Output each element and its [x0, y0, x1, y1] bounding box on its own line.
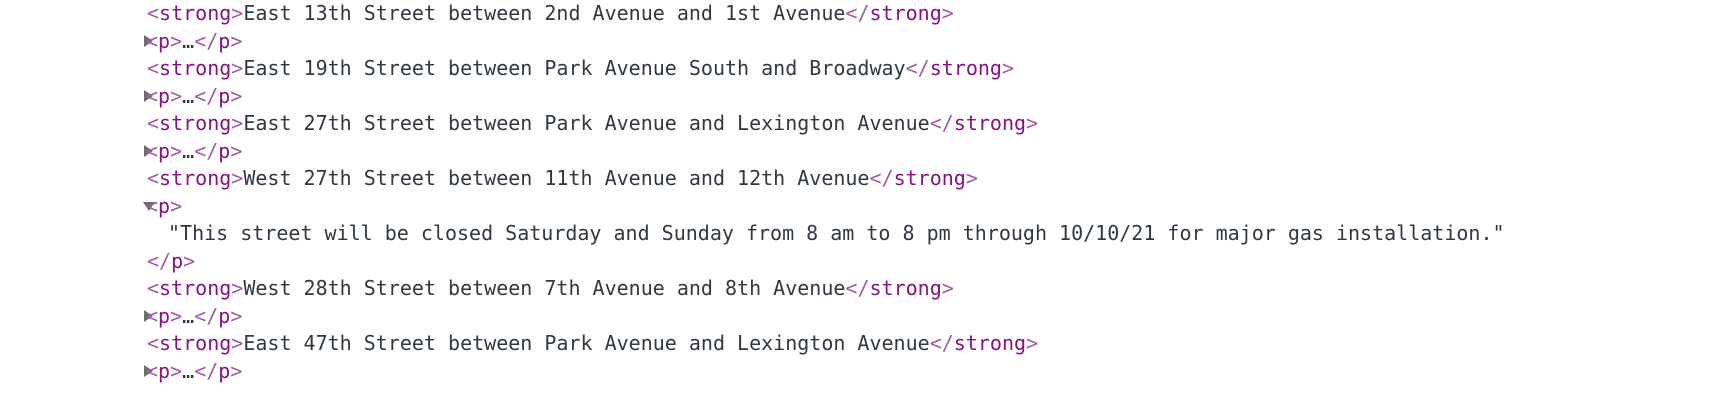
strong-open-bracket: <	[147, 166, 160, 190]
p-close-bracket: </	[147, 248, 172, 273]
text-node-row[interactable]: "This street will be closed Saturday and…	[168, 218, 1505, 248]
strong-close-bracket-end: >	[965, 166, 978, 190]
p-close-bracket-end: >	[230, 138, 243, 163]
strong-open-bracket-end: >	[231, 1, 244, 25]
p-open-bracket-end: >	[170, 358, 183, 383]
strong-node-row[interactable]: <strong>West 27th Street between 11th Av…	[147, 163, 978, 193]
p-close-bracket: </	[194, 83, 219, 108]
strong-tag-name: strong	[159, 1, 232, 25]
p-tag-name: p	[158, 138, 171, 163]
strong-node-row[interactable]: <strong>West 28th Street between 7th Ave…	[147, 273, 954, 303]
strong-close-tag-name: strong	[953, 111, 1027, 135]
p-collapsed-content: <p>…</p>	[146, 136, 242, 166]
p-close-row[interactable]: </p>	[147, 246, 195, 276]
p-close-tag-name: p	[218, 28, 231, 53]
collapsed-ellipsis: …	[182, 28, 195, 53]
strong-close-bracket: </	[845, 1, 870, 25]
text-node-content: "This street will be closed Saturday and…	[168, 221, 1505, 245]
strong-close-tag-name: strong	[929, 56, 1002, 80]
p-close-tag-name: p	[218, 358, 231, 383]
strong-close-bracket-end: >	[1026, 111, 1039, 135]
p-open-bracket: <	[146, 358, 159, 383]
strong-open-bracket: <	[147, 56, 160, 80]
strong-node-row[interactable]: <strong>East 19th Street between Park Av…	[147, 53, 1014, 83]
p-open-bracket-end: >	[170, 138, 183, 163]
p-tag-name: p	[158, 358, 171, 383]
p-collapsed-content: <p>…</p>	[146, 81, 242, 111]
strong-close-tag-name: strong	[869, 1, 942, 25]
strong-node-row[interactable]: <strong>East 47th Street between Park Av…	[147, 328, 1038, 358]
p-collapsed-content: <p>…</p>	[146, 26, 242, 56]
p-close-bracket: </	[194, 358, 219, 383]
strong-text: East 19th Street between Park Avenue Sou…	[243, 56, 906, 80]
p-close-bracket: </	[194, 28, 219, 53]
p-open-bracket-end: >	[170, 303, 183, 328]
strong-text: East 13th Street between 2nd Avenue and …	[243, 1, 846, 25]
p-tag-name: p	[158, 303, 171, 328]
strong-text: West 28th Street between 7th Avenue and …	[243, 276, 846, 300]
p-close-tag-name: p	[218, 138, 231, 163]
p-close-bracket-end: >	[230, 358, 243, 383]
p-collapsed-content: <p>…</p>	[146, 301, 242, 331]
collapsed-ellipsis: …	[182, 358, 195, 383]
p-close-tag-name: p	[171, 248, 184, 273]
strong-open-bracket-end: >	[231, 166, 244, 190]
strong-tag-name: strong	[159, 331, 232, 355]
strong-open-bracket: <	[147, 276, 160, 300]
p-open-bracket: <	[146, 28, 159, 53]
collapsed-ellipsis: …	[182, 83, 195, 108]
strong-close-bracket-end: >	[1026, 331, 1039, 355]
strong-open-bracket-end: >	[231, 276, 244, 300]
p-open-bracket: <	[146, 83, 159, 108]
strong-close-bracket-end: >	[1001, 56, 1014, 80]
strong-open-bracket: <	[147, 331, 160, 355]
strong-close-bracket-end: >	[941, 1, 954, 25]
strong-text: East 47th Street between Park Avenue and…	[243, 331, 930, 355]
strong-close-bracket: </	[905, 56, 930, 80]
p-tag-name: p	[158, 193, 171, 218]
p-open-bracket-end: >	[170, 83, 183, 108]
strong-close-bracket-end: >	[941, 276, 954, 300]
strong-tag-name: strong	[159, 111, 232, 135]
p-close-bracket-end: >	[230, 303, 243, 328]
strong-close-bracket: </	[869, 166, 894, 190]
strong-text: West 27th Street between 11th Avenue and…	[243, 166, 870, 190]
p-open-bracket: <	[146, 303, 159, 328]
p-open-content: <p>	[146, 191, 182, 221]
strong-tag-name: strong	[159, 56, 232, 80]
strong-open-bracket: <	[147, 1, 160, 25]
p-close-bracket-end: >	[230, 83, 243, 108]
p-open-bracket: <	[146, 193, 159, 218]
strong-tag-name: strong	[159, 276, 232, 300]
p-tag-name: p	[158, 28, 171, 53]
strong-close-bracket: </	[929, 331, 954, 355]
p-open-bracket-end: >	[170, 193, 183, 218]
strong-open-bracket-end: >	[231, 111, 244, 135]
strong-text: East 27th Street between Park Avenue and…	[243, 111, 930, 135]
strong-close-tag-name: strong	[953, 331, 1027, 355]
elements-dom-tree: <strong>East 13th Street between 2nd Ave…	[0, 0, 1710, 419]
p-close-bracket-end: >	[183, 248, 196, 273]
strong-close-tag-name: strong	[893, 166, 966, 190]
p-collapsed-content: <p>…</p>	[146, 356, 242, 386]
strong-tag-name: strong	[159, 166, 232, 190]
p-close-bracket: </	[194, 138, 219, 163]
strong-close-bracket: </	[929, 111, 954, 135]
strong-node-row[interactable]: <strong>East 13th Street between 2nd Ave…	[147, 0, 954, 28]
p-open-bracket: <	[146, 138, 159, 163]
strong-close-bracket: </	[845, 276, 870, 300]
strong-open-bracket: <	[147, 111, 160, 135]
p-tag-name: p	[158, 83, 171, 108]
strong-open-bracket-end: >	[231, 331, 244, 355]
p-close-bracket: </	[194, 303, 219, 328]
p-open-bracket-end: >	[170, 28, 183, 53]
p-close-tag-name: p	[218, 303, 231, 328]
collapsed-ellipsis: …	[182, 138, 195, 163]
p-close-tag-name: p	[218, 83, 231, 108]
strong-open-bracket-end: >	[231, 56, 244, 80]
collapsed-ellipsis: …	[182, 303, 195, 328]
p-close-bracket-end: >	[230, 28, 243, 53]
strong-node-row[interactable]: <strong>East 27th Street between Park Av…	[147, 108, 1038, 138]
strong-close-tag-name: strong	[869, 276, 942, 300]
